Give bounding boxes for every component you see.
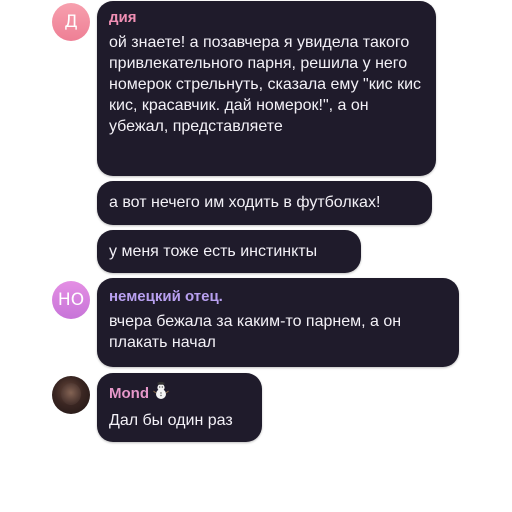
chat-thread: Д дия ой знаете! а позавчера я увидела т… — [0, 0, 512, 512]
sender-name[interactable]: Mond — [109, 381, 250, 406]
sender-name[interactable]: немецкий отец. — [109, 287, 447, 307]
avatar-initial: Д — [64, 12, 78, 32]
message-bubble[interactable]: а вот нечего им ходить в футболках! — [97, 181, 432, 225]
message-text: Дал бы один раз — [109, 412, 233, 429]
message-text: а вот нечего им ходить в футболках! — [109, 194, 381, 211]
avatar-mond[interactable] — [52, 376, 90, 414]
message-bubble[interactable]: Mond Дал бы один раз — [97, 373, 262, 442]
message-bubble[interactable]: немецкий отец. вчера бежала за каким-то … — [97, 278, 459, 367]
avatar-diya[interactable]: Д — [52, 3, 90, 41]
message-bubble[interactable]: дия ой знаете! а позавчера я увидела так… — [97, 1, 436, 176]
message-text: ой знаете! а позавчера я увидела такого … — [109, 34, 422, 135]
avatar-nemetsky-otets[interactable]: НО — [52, 281, 90, 319]
message-text: вчера бежала за каким-то парнем, а он пл… — [109, 313, 402, 351]
sender-name[interactable]: дия — [109, 8, 424, 28]
snowman-icon — [153, 381, 169, 406]
message-bubble[interactable]: у меня тоже есть инстинкты — [97, 230, 361, 273]
avatar-photo-image — [61, 383, 81, 405]
message-text: у меня тоже есть инстинкты — [109, 243, 318, 260]
sender-name-text: Mond — [109, 385, 149, 402]
avatar-initial: НО — [57, 290, 85, 310]
